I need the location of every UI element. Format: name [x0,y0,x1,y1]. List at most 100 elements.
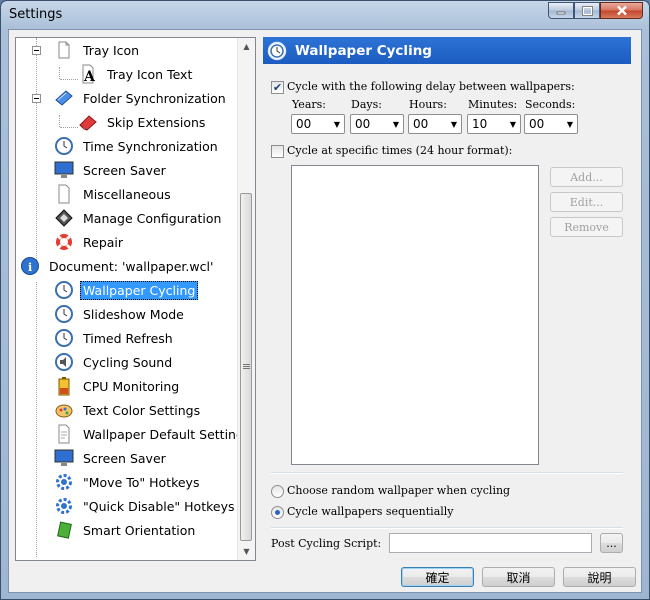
tree-item-label: Skip Extensions [107,114,206,130]
tree-item-tray-icon-text[interactable]: A Tray Icon Text [78,63,195,85]
info-icon: i [21,257,39,275]
tree-item-label: Repair [83,234,124,250]
tree-item-label: Wallpaper Default Settings [83,426,251,442]
tree-item-timed-refresh[interactable]: Timed Refresh [54,327,176,349]
monitor-icon [54,161,74,178]
minutes-select[interactable]: 10 ▼ [467,114,521,134]
clock-icon [55,137,73,155]
settings-window: Settings Tray Icon A Tray Icon Text Fold… [0,0,650,600]
divider [271,472,623,474]
tree-item-label: Cycling Sound [83,354,173,370]
post-script-label: Post Cycling Script: [271,537,382,550]
eraser-icon [79,115,97,131]
tree-item-tray-icon[interactable]: Tray Icon [30,39,142,61]
maximize-icon [581,5,593,16]
lifebuoy-icon [56,234,72,250]
close-button[interactable] [600,2,643,19]
tree-item-document[interactable]: i Document: 'wallpaper.wcl' [20,255,216,277]
post-script-input[interactable] [389,533,592,553]
folder-sync-icon [55,90,73,106]
document-icon [58,184,70,204]
tree-item-cycling-sound[interactable]: Cycling Sound [54,351,175,373]
tree-item-label: Timed Refresh [83,330,173,346]
svg-text:A: A [83,69,96,84]
cycle-delay-checkbox[interactable]: ✔ [271,81,284,94]
tree-item-repair[interactable]: Repair [54,231,126,253]
tree-item-label: Smart Orientation [83,522,196,538]
tree-scrollbar[interactable]: ▲ ▼ [237,38,255,560]
settings-tree[interactable]: Tray Icon A Tray Icon Text Folder Synchr… [15,37,256,561]
maximize-button[interactable] [574,2,600,19]
battery-icon [58,377,70,396]
add-button[interactable]: Add... [550,167,623,187]
chevron-down-icon: ▼ [450,119,458,129]
sound-icon [55,353,73,371]
rotate-icon [57,521,72,539]
tree-item-time-sync[interactable]: Time Synchronization [54,135,221,157]
chevron-down-icon: ▼ [333,119,341,129]
clock-icon [55,281,73,299]
tray-icon [58,41,70,59]
scroll-thumb[interactable] [240,193,252,541]
days-select[interactable]: 00 ▼ [350,114,404,134]
tree-item-smart-orientation[interactable]: Smart Orientation [54,519,198,541]
hours-select[interactable]: 00 ▼ [408,114,462,134]
tree-item-screen-saver-2[interactable]: Screen Saver [54,447,169,469]
tree-item-label: Tray Icon Text [107,66,193,82]
tree-item-text-color-settings[interactable]: Text Color Settings [54,399,203,421]
cancel-button[interactable]: 取消 [482,567,555,587]
caption-buttons [548,2,643,19]
remove-button[interactable]: Remove [550,217,623,237]
random-label: Choose random wallpaper when cycling [287,484,511,497]
ok-button[interactable]: 確定 [401,567,474,587]
tree-item-wallpaper-default-settings[interactable]: Wallpaper Default Settings [54,423,253,445]
tree-item-manage-configuration[interactable]: Manage Configuration [54,207,224,229]
tree-item-label: Manage Configuration [83,210,222,226]
tree-item-folder-sync[interactable]: Folder Synchronization [30,87,229,109]
tree-item-label: Wallpaper Cycling [80,280,199,300]
tree-item-label: "Quick Disable" Hotkeys [83,498,235,514]
minimize-icon [556,11,566,14]
help-button[interactable]: 說明 [563,567,636,587]
config-icon [55,209,73,227]
tree-item-label: Screen Saver [83,162,166,178]
tree-item-miscellaneous[interactable]: Miscellaneous [54,183,174,205]
years-select[interactable]: 00 ▼ [291,114,345,134]
chevron-down-icon: ▼ [392,119,400,129]
scroll-up-arrow[interactable]: ▲ [238,38,255,55]
gear-icon [56,474,72,490]
tree-item-cpu-monitoring[interactable]: CPU Monitoring [54,375,182,397]
seconds-label: Seconds: [525,98,576,111]
cycle-delay-label: Cycle with the following delay between w… [287,80,575,93]
years-label: Years: [292,98,326,111]
document-icon [58,424,70,444]
tree-item-label: Text Color Settings [83,402,201,418]
palette-icon [55,404,73,418]
scroll-down-arrow[interactable]: ▼ [238,543,255,560]
times-list[interactable] [291,165,539,465]
chevron-down-icon: ▼ [566,119,574,129]
tree-item-screen-saver[interactable]: Screen Saver [54,159,169,181]
tree-item-label: Slideshow Mode [83,306,184,322]
tree-item-wallpaper-cycling[interactable]: Wallpaper Cycling [54,279,199,301]
seconds-select[interactable]: 00 ▼ [524,114,578,134]
tree-item-label: Screen Saver [83,450,166,466]
tree-item-move-to-hotkeys[interactable]: "Move To" Hotkeys [54,471,202,493]
tree-item-skip-extensions[interactable]: Skip Extensions [78,111,208,133]
tree-item-quick-disable-hotkeys[interactable]: "Quick Disable" Hotkeys [54,495,238,517]
browse-button[interactable]: ... [600,533,623,553]
svg-text:i: i [28,261,32,274]
clock-icon [267,41,287,60]
cycle-times-checkbox[interactable] [271,145,284,158]
sequential-radio[interactable] [271,506,284,519]
tree-item-label: "Move To" Hotkeys [83,474,200,490]
text-icon: A [82,64,96,84]
panel-header: Wallpaper Cycling [263,37,631,64]
title-bar[interactable]: Settings [1,1,649,29]
random-radio[interactable] [271,485,284,498]
minimize-button[interactable] [548,2,574,19]
window-title: Settings [9,7,63,22]
edit-button[interactable]: Edit... [550,192,623,212]
tree-item-slideshow-mode[interactable]: Slideshow Mode [54,303,187,325]
tree-item-label: Miscellaneous [83,186,171,202]
